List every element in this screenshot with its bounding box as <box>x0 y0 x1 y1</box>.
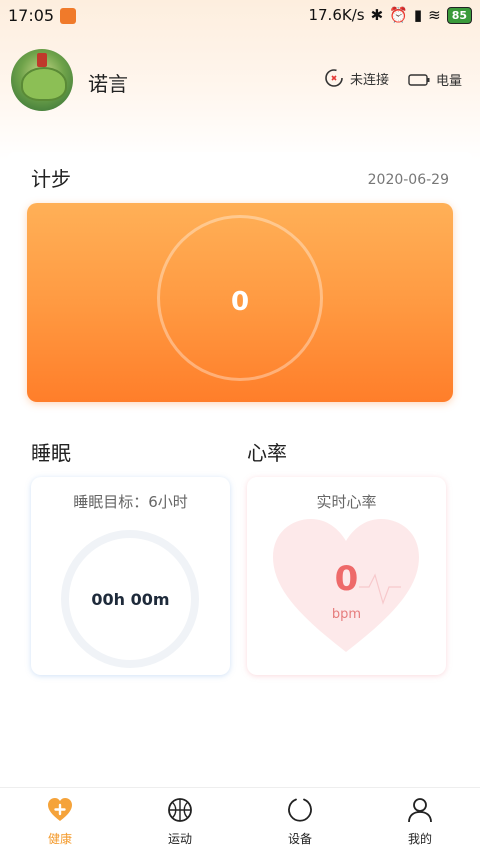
sleep-goal-label: 睡眠目标：6小时 <box>73 493 188 511</box>
nav-health-label: 健康 <box>47 832 72 846</box>
sleep-card[interactable]: 睡眠目标：6小时 00h 00m <box>31 477 230 675</box>
health-plus-icon <box>48 798 72 821</box>
disconnected-icon <box>325 69 343 87</box>
heart-card-label: 实时心率 <box>316 493 377 511</box>
status-time: 17:05 <box>8 6 55 25</box>
heart-rate-value: 0 <box>334 559 359 599</box>
nav-health[interactable]: 健康 <box>0 788 120 854</box>
basketball-icon <box>168 798 192 822</box>
username: 诺言 <box>88 72 128 96</box>
nav-device-label: 设备 <box>287 832 312 846</box>
nav-sport-label: 运动 <box>167 832 192 846</box>
power-label: 电量 <box>436 74 463 89</box>
nav-mine[interactable]: 我的 <box>360 788 480 854</box>
bluetooth-icon: ✱ <box>370 6 384 24</box>
signal-icon: ▮ <box>413 6 423 24</box>
heart-rate-unit: bpm <box>331 607 362 622</box>
person-icon <box>408 798 432 823</box>
heart-title: 心率 <box>247 441 287 465</box>
avatar[interactable] <box>11 49 73 111</box>
device-ring-icon <box>288 798 312 822</box>
nav-device[interactable]: 设备 <box>240 788 360 854</box>
steps-date: 2020-06-29 <box>367 172 449 188</box>
connection-label: 未连接 <box>350 72 390 88</box>
sleep-title: 睡眠 <box>31 441 71 465</box>
status-bar: 17:05 17.6K/s ✱ ⏰ ▮ ≋ 85 <box>0 0 480 32</box>
heart-card[interactable]: 实时心率 0 bpm <box>247 477 446 675</box>
power-status: 电量 <box>408 70 462 89</box>
steps-card[interactable]: 0 <box>27 203 453 402</box>
nav-mine-label: 我的 <box>407 832 432 846</box>
steps-value: 0 <box>230 287 250 317</box>
battery-indicator: 85 <box>446 6 472 24</box>
nav-sport[interactable]: 运动 <box>120 788 240 854</box>
steps-title: 计步 <box>31 167 71 191</box>
sleep-value: 00h 00m <box>91 590 170 609</box>
battery-icon <box>408 73 430 86</box>
alarm-icon: ⏰ <box>389 6 408 24</box>
bottom-nav: 健康 运动 设备 我的 <box>0 787 480 854</box>
notification-icon <box>60 7 77 24</box>
connection-status[interactable]: 未连接 <box>324 68 389 88</box>
network-speed: 17.6K/s <box>308 6 365 24</box>
wifi-icon: ≋ <box>428 6 441 24</box>
